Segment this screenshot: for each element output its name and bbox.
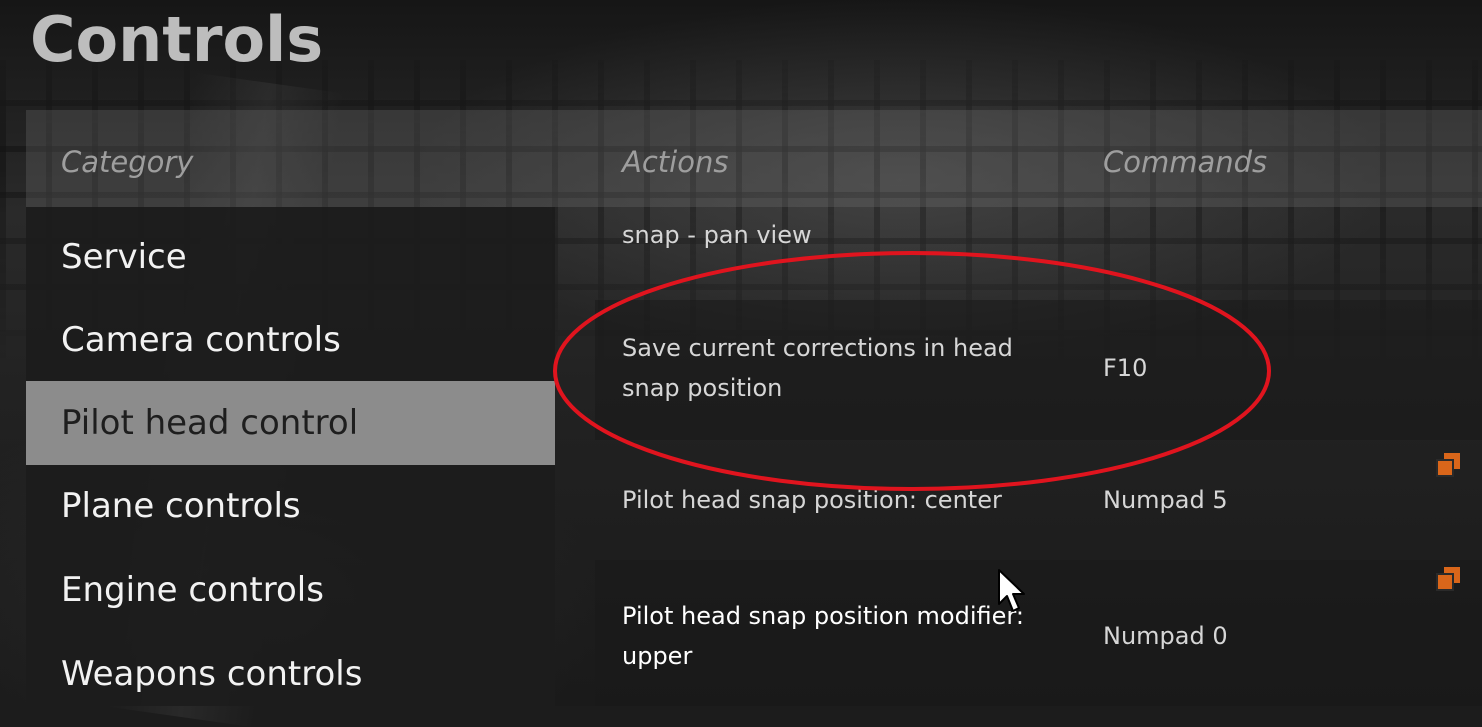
action-label: snap - pan view: [622, 221, 812, 249]
action-label: Pilot head snap position: center: [622, 486, 1002, 514]
column-header-actions: Actions: [622, 145, 729, 179]
category-list: Service Camera controls Pilot head contr…: [26, 207, 555, 706]
command-value[interactable]: Numpad 5: [1103, 480, 1228, 520]
column-header-category: Category: [61, 145, 194, 179]
category-item-plane-controls[interactable]: Plane controls: [26, 464, 555, 548]
category-item-camera-controls[interactable]: Camera controls: [26, 298, 555, 382]
action-row[interactable]: Pilot head snap position: center Numpad …: [595, 444, 1482, 556]
page-title: Controls: [30, 3, 324, 76]
command-value[interactable]: F10: [1103, 348, 1147, 388]
action-row[interactable]: Save current corrections in head snap po…: [595, 300, 1482, 440]
action-row[interactable]: Pilot head snap position modifier: upper…: [595, 560, 1482, 706]
action-label: Save current corrections in head snap po…: [622, 334, 1013, 402]
action-label: Pilot head snap position modifier: upper: [622, 602, 1024, 670]
external-link-icon[interactable]: [1436, 566, 1462, 592]
external-link-icon[interactable]: [1436, 452, 1462, 478]
category-item-pilot-head-control[interactable]: Pilot head control: [26, 381, 555, 465]
column-header-commands: Commands: [1103, 145, 1268, 179]
category-item-weapons-controls[interactable]: Weapons controls: [26, 632, 555, 716]
action-row[interactable]: snap - pan view: [595, 207, 1482, 275]
command-value[interactable]: Numpad 0: [1103, 616, 1228, 656]
category-item-engine-controls[interactable]: Engine controls: [26, 548, 555, 632]
category-item-service[interactable]: Service: [26, 215, 555, 299]
mouse-pointer-icon: [998, 569, 1025, 612]
